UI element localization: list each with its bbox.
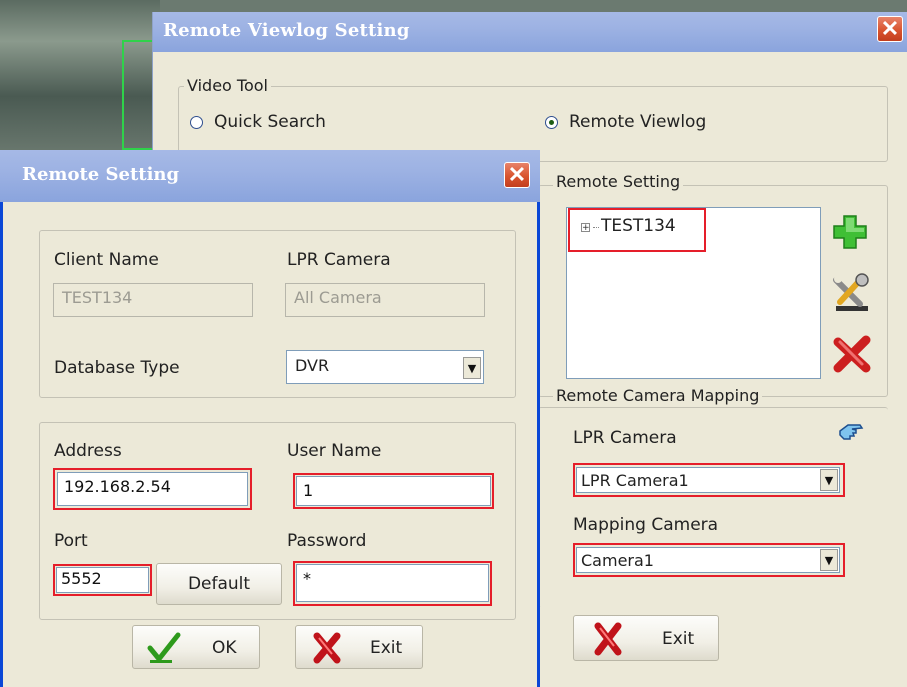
mapping-camera-value: Camera1 xyxy=(581,551,654,570)
database-type-value: DVR xyxy=(295,356,330,375)
window-title: Remote Viewlog Setting xyxy=(163,20,410,41)
main-exit-label: Exit xyxy=(662,629,695,649)
address-field[interactable]: 192.168.2.54 xyxy=(57,472,248,506)
exit-icon xyxy=(594,622,622,656)
port-label: Port xyxy=(54,531,88,551)
client-tree[interactable]: + TEST134 xyxy=(566,207,821,379)
tree-connector xyxy=(593,227,599,228)
dialog-title-bar[interactable]: Remote Setting ✕ xyxy=(0,150,540,202)
add-button[interactable] xyxy=(830,212,870,252)
client-name-label: Client Name xyxy=(54,250,159,270)
database-type-label: Database Type xyxy=(54,358,180,378)
user-name-field[interactable]: 1 xyxy=(296,476,491,506)
pointing-hand-icon xyxy=(839,424,864,440)
default-button[interactable]: Default xyxy=(156,563,282,605)
mapping-camera-label: Mapping Camera xyxy=(573,515,719,535)
remote-viewlog-radio[interactable] xyxy=(545,116,558,129)
dialog-title: Remote Setting xyxy=(22,164,180,185)
settings-tools-icon xyxy=(833,273,869,311)
title-bar[interactable]: Remote Viewlog Setting ✕ xyxy=(153,12,907,52)
lpr-camera-label: LPR Camera xyxy=(287,250,391,270)
remote-setting-dialog: Remote Setting ✕ Client Name LPR Camera … xyxy=(0,150,540,687)
chevron-down-icon[interactable]: ▼ xyxy=(820,549,838,571)
quick-search-label[interactable]: Quick Search xyxy=(214,112,326,132)
ok-label: OK xyxy=(212,638,237,658)
client-name-field[interactable]: TEST134 xyxy=(53,283,253,317)
delete-icon xyxy=(833,335,871,373)
lpr-camera-select[interactable]: LPR Camera1 ▼ xyxy=(576,467,840,493)
lpr-camera-label: LPR Camera xyxy=(573,428,677,448)
camera-mapping-legend: Remote Camera Mapping xyxy=(553,386,763,405)
chevron-down-icon[interactable]: ▼ xyxy=(820,469,838,491)
video-tool-legend: Video Tool xyxy=(184,76,271,95)
tree-expander[interactable]: + xyxy=(581,223,590,233)
delete-button[interactable] xyxy=(832,334,872,374)
dialog-close-button[interactable]: ✕ xyxy=(504,162,530,188)
chevron-down-icon[interactable]: ▼ xyxy=(463,357,481,379)
edit-button[interactable] xyxy=(830,272,872,314)
password-label: Password xyxy=(287,531,367,551)
port-field[interactable]: 5552 xyxy=(56,567,149,593)
address-label: Address xyxy=(54,441,122,461)
exit-icon xyxy=(313,632,341,664)
remote-setting-legend: Remote Setting xyxy=(553,172,684,191)
quick-search-radio[interactable] xyxy=(190,116,203,129)
close-button[interactable]: ✕ xyxy=(877,16,903,42)
database-type-select[interactable]: DVR ▼ xyxy=(286,350,484,384)
close-icon: ✕ xyxy=(507,162,527,188)
exit-button[interactable]: Exit xyxy=(295,625,423,669)
tree-item-test134[interactable]: TEST134 xyxy=(601,216,676,236)
lpr-camera-field[interactable]: All Camera xyxy=(285,283,485,317)
close-icon: ✕ xyxy=(880,16,900,42)
lpr-camera-value: LPR Camera1 xyxy=(581,471,689,490)
add-icon xyxy=(833,215,867,249)
ok-button[interactable]: OK xyxy=(132,625,260,669)
password-field[interactable]: * xyxy=(296,564,489,602)
remote-viewlog-label[interactable]: Remote Viewlog xyxy=(569,112,706,132)
checkmark-icon xyxy=(147,632,181,663)
mapping-camera-select[interactable]: Camera1 ▼ xyxy=(576,547,840,573)
main-exit-button[interactable]: Exit xyxy=(573,615,719,661)
exit-label: Exit xyxy=(370,638,403,658)
map-pointer-button[interactable] xyxy=(833,417,869,451)
user-name-label: User Name xyxy=(287,441,382,461)
